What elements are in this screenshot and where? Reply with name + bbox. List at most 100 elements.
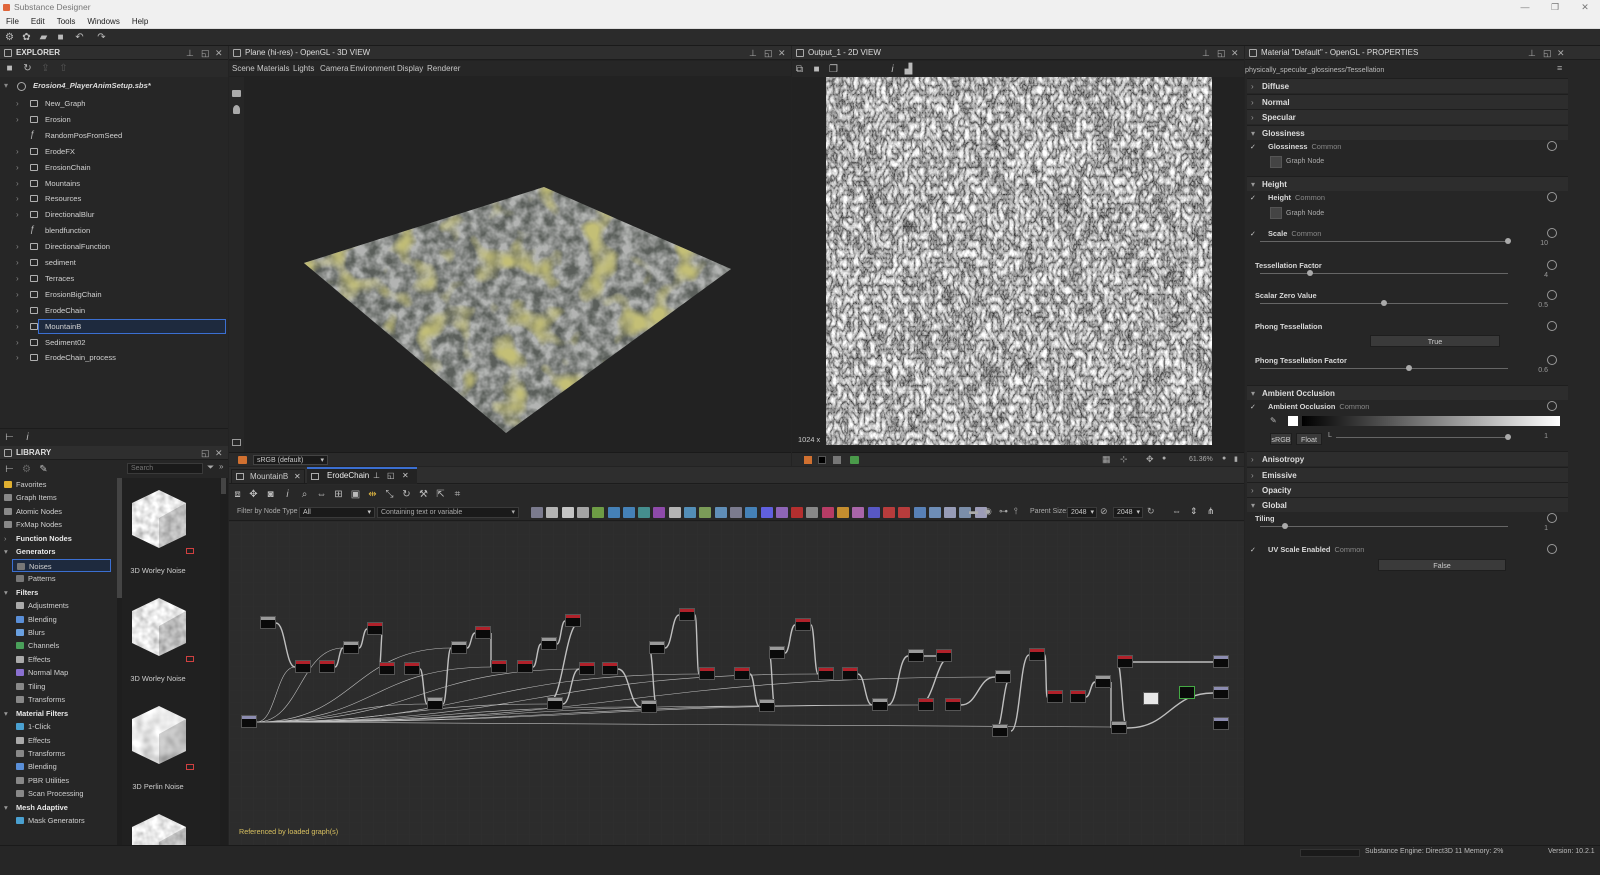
grid-icon[interactable]: ▦ <box>1102 454 1111 465</box>
graph-node[interactable] <box>908 649 924 662</box>
colorspace-dropdown[interactable]: sRGB (default) ▾ <box>253 455 328 465</box>
export-icon[interactable]: ⇱ <box>435 489 446 500</box>
graph-node[interactable] <box>649 641 665 654</box>
close-panel-icon[interactable]: ✕ <box>215 46 223 59</box>
library-category[interactable]: Transforms <box>0 693 115 706</box>
graph-node[interactable] <box>1143 692 1159 705</box>
graph-node[interactable] <box>641 700 657 713</box>
section-anisotropy[interactable]: › Anisotropy <box>1247 451 1568 466</box>
close-panel-icon[interactable]: ✕ <box>1231 46 1239 59</box>
graph-node[interactable] <box>404 662 420 675</box>
expand-arrow-icon[interactable]: ▾ <box>1251 386 1255 401</box>
graph-node[interactable] <box>1213 717 1229 730</box>
tile-icon[interactable]: ⊹ <box>1120 454 1128 465</box>
float-icon[interactable]: ◱ <box>764 46 773 59</box>
graph-node[interactable] <box>451 641 467 654</box>
expand-arrow-icon[interactable]: ▾ <box>4 707 8 720</box>
node-type-icon[interactable] <box>531 507 543 518</box>
node-type-icon[interactable] <box>653 507 666 518</box>
library-category-header[interactable]: › Function Nodes <box>0 532 115 545</box>
close-window-button[interactable]: ✕ <box>1570 0 1600 15</box>
image-icon[interactable] <box>850 456 859 464</box>
dot-icon[interactable]: ● <box>1222 455 1226 462</box>
library-category[interactable]: Tiling <box>0 680 115 693</box>
library-category[interactable]: Blurs <box>0 626 115 639</box>
float-icon[interactable]: ◱ <box>201 46 210 59</box>
checkbox[interactable]: ✓ <box>1250 144 1257 151</box>
library-category[interactable]: Adjustments <box>0 599 115 612</box>
graph-node[interactable] <box>1095 675 1111 688</box>
close-panel-icon[interactable]: ✕ <box>1557 46 1565 59</box>
color-swatch[interactable] <box>1288 416 1298 426</box>
graph-node[interactable] <box>541 637 557 650</box>
library-category-header[interactable]: ▾ Filters <box>0 586 115 599</box>
slider-knob[interactable] <box>1505 434 1511 440</box>
expand-arrow-icon[interactable]: › <box>16 303 19 318</box>
graph-node[interactable] <box>1179 686 1195 699</box>
float-icon[interactable]: ◱ <box>201 446 210 459</box>
library-category-header[interactable]: ▾ Generators <box>0 545 115 558</box>
expand-icon[interactable]: » <box>219 462 223 471</box>
library-add-icon[interactable]: ⚙ <box>21 464 32 475</box>
search-icon[interactable]: ⌕ <box>299 489 310 500</box>
menu-file[interactable]: File <box>0 15 25 29</box>
expand-arrow-icon[interactable]: › <box>16 96 19 111</box>
explorer-item[interactable]: › DirectionalFunction <box>0 239 230 254</box>
library-category[interactable]: 1-Click <box>0 720 115 733</box>
reset-icon[interactable] <box>1547 192 1557 202</box>
save-icon[interactable]: ■ <box>55 32 66 43</box>
library-edit-icon[interactable]: ✎ <box>38 464 49 475</box>
expand-arrow-icon[interactable]: › <box>1251 483 1254 498</box>
node-type-icon[interactable] <box>760 507 773 518</box>
graph-node[interactable] <box>936 649 952 662</box>
graph-node[interactable] <box>1070 690 1086 703</box>
package-row[interactable]: ▾ Erosion4_PlayerAnimSetup.sbs* <box>0 78 228 96</box>
filter-icon[interactable]: ⏷ <box>207 462 214 473</box>
explorer-item[interactable]: › DirectionalBlur <box>0 207 230 222</box>
node-type-icon[interactable] <box>837 507 849 518</box>
graph-node[interactable] <box>547 697 563 710</box>
uv-scale-toggle[interactable]: False <box>1378 559 1506 571</box>
comment-icon[interactable]: ▬ <box>969 506 978 516</box>
perlin-noise-thumbnail[interactable] <box>130 704 188 766</box>
reset-icon[interactable] <box>1547 355 1557 365</box>
expand-arrow-icon[interactable]: ▾ <box>1251 177 1255 192</box>
menu-environment[interactable]: Environment <box>350 61 395 76</box>
graph-node[interactable] <box>427 697 443 710</box>
graph-node[interactable] <box>945 698 961 711</box>
node-type-filter-dropdown[interactable]: All ▾ <box>299 507 375 518</box>
pin-icon[interactable]: ⊥ <box>1528 46 1536 59</box>
histogram-icon[interactable]: ▟ <box>903 64 914 75</box>
graph-node[interactable] <box>992 724 1008 737</box>
dot-icon[interactable]: ● <box>1162 455 1166 462</box>
graph-node[interactable] <box>343 641 359 654</box>
reset-icon[interactable] <box>1547 513 1557 523</box>
expand-arrow-icon[interactable]: ▾ <box>1251 498 1255 513</box>
library-tree-icon[interactable]: ⊢ <box>4 464 15 475</box>
worley-noise-thumbnail[interactable] <box>130 488 188 550</box>
section-global[interactable]: ▾ Global <box>1247 497 1568 512</box>
menu-icon[interactable]: ≡ <box>1557 63 1562 73</box>
node-type-icon[interactable] <box>944 507 957 518</box>
pin-icon[interactable]: ⊥ <box>1202 46 1210 59</box>
copy-icon[interactable]: ❐ <box>828 64 839 75</box>
graph-node[interactable] <box>872 698 888 711</box>
property-slider[interactable] <box>1260 270 1508 276</box>
float-icon[interactable]: ◱ <box>1543 46 1552 59</box>
graph-node[interactable] <box>319 660 335 673</box>
slider-knob[interactable] <box>1505 238 1511 244</box>
node-type-icon[interactable] <box>821 507 834 518</box>
expand-arrow-icon[interactable]: › <box>1251 452 1254 467</box>
black-bg-icon[interactable] <box>818 456 826 464</box>
expand-arrow-icon[interactable]: › <box>1251 79 1254 94</box>
graph-node[interactable] <box>491 660 507 673</box>
slider-knob[interactable] <box>1306 270 1313 276</box>
node-type-icon[interactable] <box>699 507 712 518</box>
tab-mountainb[interactable]: MountainB ✕ <box>231 469 305 484</box>
section-emissive[interactable]: › Emissive <box>1247 467 1568 482</box>
graph-node[interactable] <box>602 662 618 675</box>
explorer-item[interactable]: › ErodeChain_process <box>0 350 230 365</box>
node-type-icon[interactable] <box>882 507 895 518</box>
section-normal[interactable]: › Normal <box>1247 94 1568 109</box>
frame-node-icon[interactable]: ◉ <box>984 506 992 517</box>
